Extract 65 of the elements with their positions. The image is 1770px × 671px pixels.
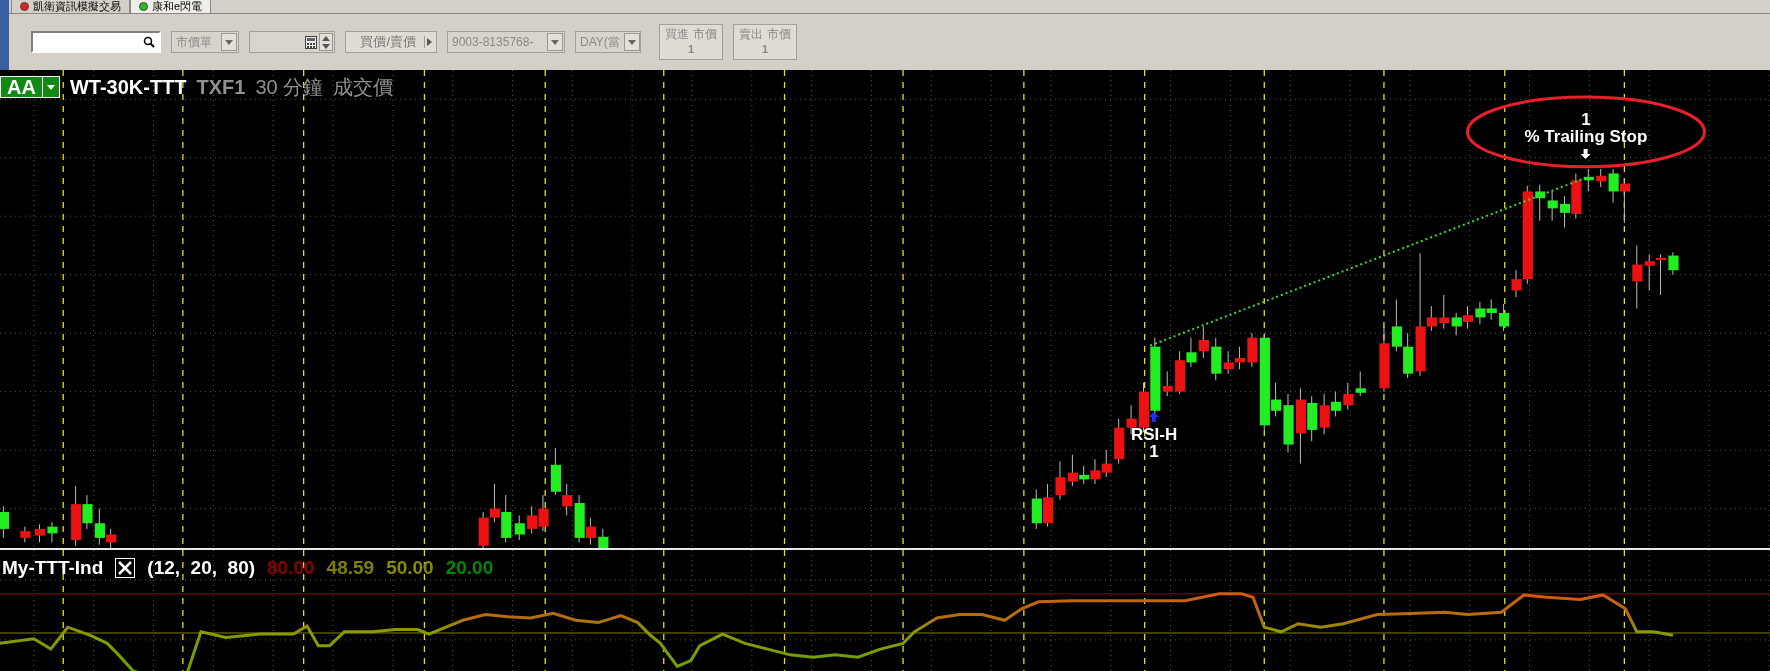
quantity-field[interactable] (249, 31, 335, 53)
candlestick (1560, 195, 1571, 228)
candlestick (1499, 303, 1510, 332)
search-icon (143, 36, 155, 48)
candlestick (1055, 460, 1066, 501)
tab[interactable]: 康和e閃電 (130, 0, 212, 13)
indicator-value: 48.59 (326, 556, 375, 580)
candlestick (1043, 483, 1054, 528)
indicator-value: 20.00 (445, 556, 494, 580)
candlestick (489, 483, 501, 523)
side-strip (0, 0, 9, 70)
candlestick (1391, 298, 1402, 352)
indicator-name: My-TTT-Ind (2, 556, 104, 580)
tab[interactable]: 凱衛資訊模擬交易 (11, 0, 130, 13)
candlestick (1619, 177, 1631, 224)
indicator-value: 80.00 (267, 556, 315, 580)
indicator-value: 50.00 (386, 556, 434, 580)
caret-icon (424, 36, 432, 48)
caret-icon (221, 33, 237, 51)
signal-label: RSI-H (1130, 426, 1178, 444)
candlestick (47, 521, 58, 543)
candlestick (527, 505, 538, 534)
symbol-button[interactable]: AA (0, 76, 60, 98)
signal-label: % Trailing Stop (1524, 128, 1648, 146)
dropdown[interactable]: DAY(當 (575, 31, 641, 53)
dropdown[interactable]: 9003-8135768- (447, 31, 565, 53)
candlestick (1462, 305, 1474, 330)
candlestick (1090, 458, 1101, 485)
interval-label: 30 分鐘 (255, 75, 324, 100)
arrow-up-icon (1149, 412, 1160, 423)
candlestick (1475, 301, 1486, 325)
candlestick (501, 494, 512, 543)
calculator-icon (305, 35, 317, 49)
candlestick (1535, 184, 1546, 222)
price-type-label: 成交價 (333, 75, 394, 100)
candlestick (1547, 190, 1558, 222)
contract-symbol: TXF1 (196, 75, 246, 100)
candlestick (1101, 449, 1112, 478)
candlestick (20, 526, 31, 543)
candlestick (598, 528, 609, 548)
candlestick (1198, 325, 1209, 359)
candlestick (1355, 370, 1366, 397)
candlestick (538, 494, 549, 532)
signal-label: 1 (1149, 443, 1159, 461)
strategy-name: WT-30K-TTT (69, 75, 187, 100)
candlestick (1343, 382, 1354, 411)
arrow-down-icon (1580, 149, 1591, 160)
candlestick (1486, 298, 1497, 321)
signal-label: 1 (1581, 111, 1591, 129)
candlestick (478, 511, 489, 548)
candlestick (0, 505, 10, 539)
indicator-parameters: (12, 20, 80) (147, 556, 256, 580)
trade-button[interactable]: 賣出 市價 1 (733, 24, 797, 60)
candlestick (514, 514, 525, 541)
spinner-icon[interactable] (319, 33, 333, 51)
caret-icon (623, 33, 640, 51)
trade-button[interactable]: 買進 市價 1 (659, 24, 723, 60)
search-field[interactable] (31, 31, 161, 53)
candlestick (1379, 325, 1390, 393)
caret-icon (547, 33, 563, 51)
dropdown[interactable]: 市價單 (171, 31, 239, 53)
close-icon[interactable] (115, 558, 136, 579)
candlestick (1031, 489, 1042, 530)
candlestick (35, 523, 46, 543)
quote-button[interactable]: 買價/賣價 (345, 31, 437, 53)
